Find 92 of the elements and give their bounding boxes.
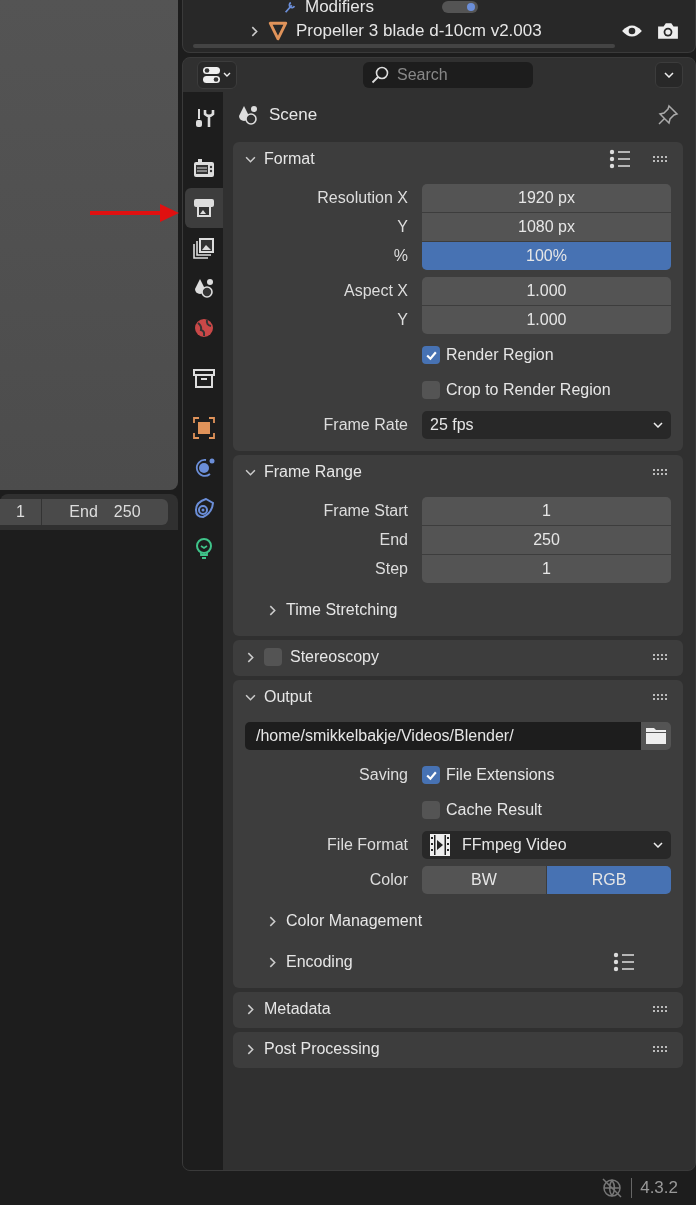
field-label: End [378,531,408,549]
checkbox-label[interactable]: File Extensions [446,766,555,784]
number-field[interactable]: 1080 px [422,213,671,241]
scene-icon [237,104,259,126]
wrench-icon [283,0,297,14]
caret-icon [653,422,663,428]
number-field[interactable]: 100% [422,242,671,270]
chevron-icon[interactable] [249,25,260,37]
field-label: Saving [358,766,408,784]
light-bulb-icon [193,537,215,559]
checkbox-label[interactable]: Crop to Render Region [446,381,611,399]
end-frame-field[interactable]: End 250 [41,499,168,525]
tab-output[interactable] [185,188,223,228]
orbit-icon [193,457,215,479]
subpanel-title[interactable]: Encoding [286,953,353,971]
drag-handle-icon[interactable] [653,1006,669,1012]
toggle-switches-icon [202,66,232,84]
drag-handle-icon[interactable] [653,156,669,162]
modifier-toggle[interactable] [441,1,478,13]
field-label: % [392,247,408,265]
panel-title[interactable]: Output [264,688,313,706]
drag-handle-icon[interactable] [653,694,669,700]
drag-handle-icon[interactable] [653,1046,669,1052]
outliner-item-name[interactable]: Modifiers [305,0,374,17]
panel-title[interactable]: Stereoscopy [290,648,379,666]
camera-back-icon [193,157,215,179]
number-field[interactable]: 1.000 [422,277,671,305]
chevron-icon[interactable] [245,651,256,663]
field-label: Resolution X [316,189,408,207]
chevron-icon[interactable] [267,604,278,616]
number-field[interactable]: 1920 px [422,184,671,212]
panel-title[interactable]: Frame Range [264,463,362,481]
box-icon [193,367,215,389]
film-icon [430,834,450,856]
folder-icon [645,727,667,745]
toggle-option[interactable]: BW [422,866,546,894]
toggle-option[interactable]: RGB [546,866,671,894]
field-label: Frame Start [322,502,408,520]
number-field[interactable]: 1 [422,497,671,525]
caret-icon [653,842,663,848]
camera-icon[interactable] [657,22,679,40]
editor-type-button[interactable] [197,61,237,89]
folder-button[interactable] [641,722,671,750]
checkbox-label[interactable]: Cache Result [446,801,543,819]
globe-icon [193,317,215,339]
network-off-icon [601,1177,624,1199]
subpanel-title[interactable]: Color Management [286,912,423,930]
checkbox-label[interactable]: Render Region [446,346,554,364]
context-label: Scene [269,105,318,125]
printer-icon [193,197,215,219]
field-label: Frame Rate [322,416,408,434]
checkbox[interactable] [422,346,440,364]
field-label: Aspect X [342,282,408,300]
end-value: 250 [113,502,141,522]
field-label: Color [368,871,408,889]
end-label: End [69,502,98,522]
number-field[interactable]: 1.000 [422,306,671,334]
image-stack-icon [193,237,215,259]
object-icon [193,417,215,439]
scene-icon [193,277,215,299]
field-label: Y [396,311,408,329]
field-label: File Format [326,836,408,854]
outliner-item-name[interactable]: Propeller 3 blade d-10cm v2.003 [296,21,542,41]
chevron-icon[interactable] [267,956,278,968]
checkbox[interactable] [422,766,440,784]
triangle-mesh-icon [268,21,288,41]
subpanel-title[interactable]: Time Stretching [286,601,398,619]
field-label: Y [396,218,408,236]
panel-title[interactable]: Metadata [264,1000,331,1018]
list-icon[interactable] [613,952,635,972]
version-label: 4.3.2 [640,1178,678,1198]
tools-icon [193,107,215,129]
drag-handle-icon[interactable] [653,654,669,660]
search-field[interactable]: Search [363,62,533,88]
drag-handle-icon[interactable] [653,469,669,475]
number-field[interactable]: 250 [422,526,671,554]
dropdown[interactable]: 25 fps [422,411,671,439]
options-dropdown-button[interactable] [655,62,683,88]
path-field[interactable]: /home/smikkelbakje/Videos/Blender/ [245,722,641,750]
chevron-icon[interactable] [245,1043,256,1055]
number-field[interactable]: 1 [422,555,671,583]
start-frame-field[interactable]: 1 [0,499,42,525]
chevron-icon[interactable] [267,915,278,927]
panel-title[interactable]: Format [264,150,315,168]
chevron-icon[interactable] [245,1003,256,1015]
list-icon[interactable] [609,149,631,169]
panel-title[interactable]: Post Processing [264,1040,380,1058]
pin-icon[interactable] [657,104,679,126]
caret-icon [664,72,674,78]
dropdown[interactable]: FFmpeg Video [422,831,671,859]
field-label: Step [374,560,408,578]
constraint-icon [193,497,215,519]
